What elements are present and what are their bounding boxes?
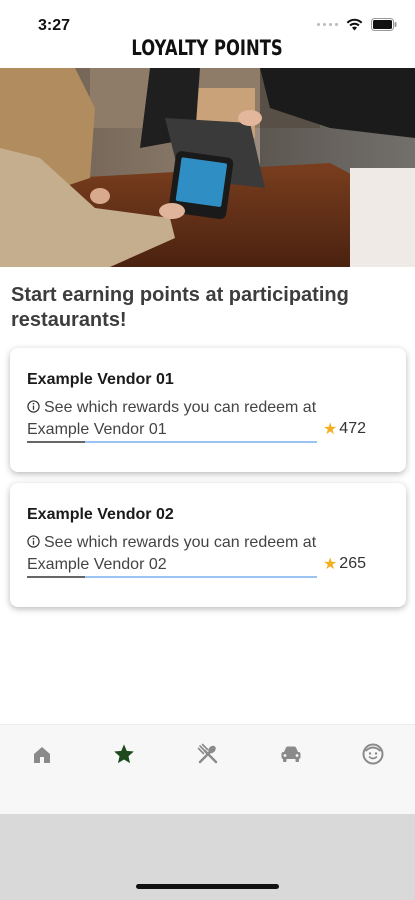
smiley-icon [362, 743, 384, 765]
vendor-card[interactable]: Example Vendor 01 See which rewards you … [10, 348, 406, 472]
points-value: 472 [339, 420, 366, 437]
home-indicator-area [0, 814, 415, 900]
tab-home[interactable] [22, 739, 62, 769]
tab-delivery[interactable] [271, 739, 311, 769]
signal-dots-icon [317, 23, 338, 26]
vendor-description: See which rewards you can redeem at Exam… [27, 534, 317, 573]
page-title: LOYALTY POINTS [131, 36, 284, 60]
info-icon [27, 535, 40, 548]
utensils-icon [197, 743, 218, 764]
hero-image [0, 68, 415, 267]
points-display: ★ 472 [323, 419, 366, 439]
vendor-description: See which rewards you can redeem at Exam… [27, 399, 317, 438]
tab-loyalty[interactable] [104, 739, 144, 769]
points-progress-bar [27, 576, 317, 578]
points-progress-fill [27, 441, 85, 443]
star-icon [114, 744, 134, 764]
home-icon [34, 747, 50, 763]
tab-bar [0, 724, 415, 814]
home-indicator[interactable] [136, 884, 279, 889]
vendor-rewards-link[interactable]: See which rewards you can redeem at Exam… [27, 397, 322, 441]
vendor-name: Example Vendor 01 [27, 371, 174, 388]
info-icon [27, 400, 40, 413]
vendor-rewards-link[interactable]: See which rewards you can redeem at Exam… [27, 532, 322, 576]
points-progress-bar [27, 441, 317, 443]
points-display: ★ 265 [323, 554, 366, 574]
vendor-card[interactable]: Example Vendor 02 See which rewards you … [10, 483, 406, 607]
car-icon [281, 746, 301, 762]
app-header: LOYALTY POINTS [0, 28, 415, 68]
intro-heading: Start earning points at participating re… [11, 284, 349, 331]
vendor-name: Example Vendor 02 [27, 506, 174, 523]
star-icon: ★ [322, 556, 338, 573]
points-value: 265 [339, 555, 366, 572]
tab-profile[interactable] [353, 739, 393, 769]
points-progress-fill [27, 576, 85, 578]
tab-restaurants[interactable] [188, 739, 228, 769]
star-icon: ★ [322, 421, 338, 438]
